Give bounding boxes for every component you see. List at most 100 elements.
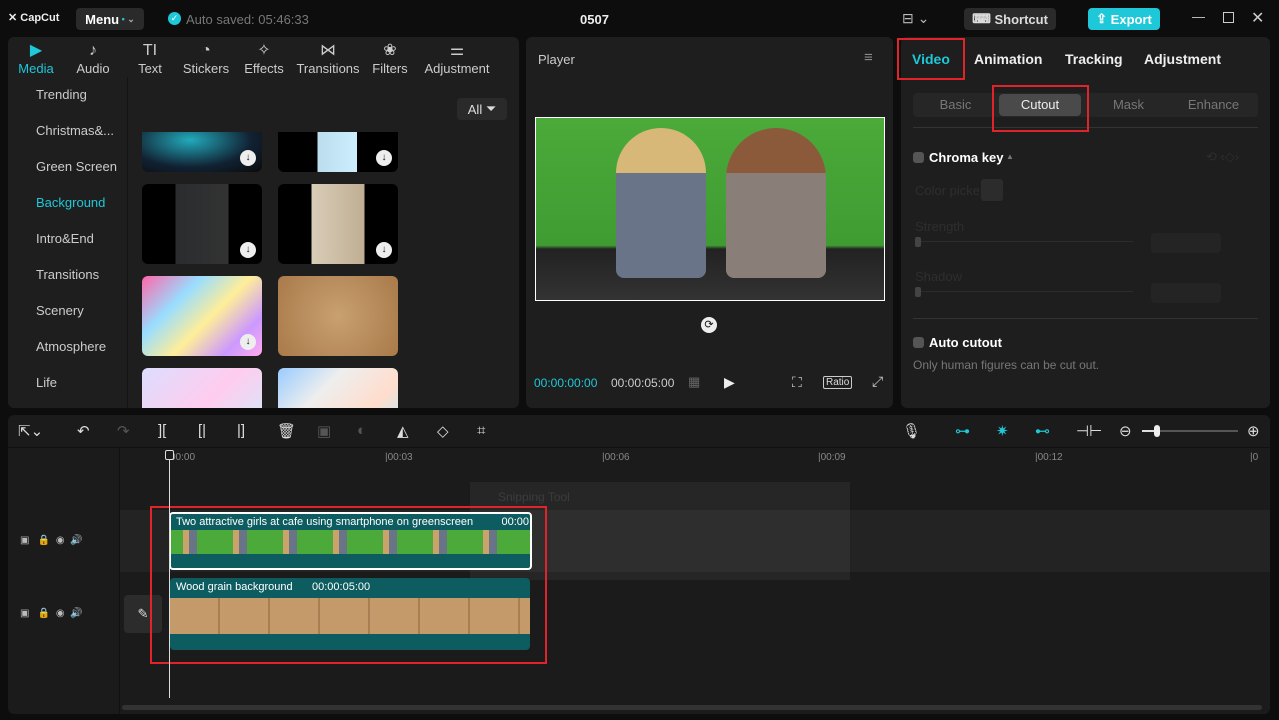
lock-icon[interactable]: 🔒	[38, 608, 50, 619]
tool-label: Text	[138, 61, 162, 76]
check-icon: ✓	[168, 12, 181, 25]
tab-adjustment[interactable]: Adjustment	[1144, 51, 1221, 67]
color-picker-label: Color picker	[915, 183, 985, 198]
tool-adjustment[interactable]: ⚌ Adjustment	[420, 41, 494, 76]
horizontal-scrollbar[interactable]	[122, 705, 1262, 710]
tool-transitions[interactable]: ⋈ Transitions	[292, 41, 364, 76]
media-thumbnail[interactable]	[278, 276, 398, 356]
category-green-screen[interactable]: Green Screen	[36, 159, 117, 174]
category-sidebar: Trending Christmas&... Green Screen Back…	[8, 77, 128, 408]
category-trending[interactable]: Trending	[36, 87, 87, 102]
tool-label: Media	[18, 61, 54, 76]
select-tool-icon[interactable]: ⇱⌄	[18, 422, 43, 440]
video-track-icon[interactable]: ▣	[20, 608, 29, 619]
download-icon[interactable]: ↓	[376, 242, 392, 258]
media-thumbnail[interactable]: ↓	[142, 184, 262, 264]
subtab-enhance[interactable]: Enhance	[1171, 93, 1256, 117]
strength-slider	[915, 237, 1133, 247]
media-icon: ▶	[29, 42, 43, 59]
download-icon[interactable]: ↓	[376, 150, 392, 166]
playhead[interactable]	[165, 450, 174, 698]
category-scenery[interactable]: Scenery	[36, 303, 84, 318]
person-right	[726, 128, 826, 278]
delete-icon[interactable]: 🗑	[277, 422, 296, 440]
lock-icon[interactable]: 🔒	[38, 535, 50, 546]
rotate-icon[interactable]: ⟳	[701, 317, 717, 333]
zoom-in-icon[interactable]: ⊕	[1247, 422, 1260, 440]
time-ruler: 00:00 |00:03 |00:06 |00:09 |00:12 |0	[120, 448, 1270, 468]
tool-audio[interactable]: ♪ Audio	[63, 41, 123, 76]
tool-media[interactable]: ▶ Media	[8, 41, 66, 76]
category-background[interactable]: Background	[36, 195, 105, 210]
tool-label: Audio	[76, 61, 110, 76]
title-bar: ✕ CapCut Menu • ⌄ ✓ Auto saved: 05:46:33…	[0, 0, 1279, 37]
tool-label: Adjustment	[424, 61, 490, 76]
maximize-icon[interactable]	[1223, 12, 1234, 23]
tool-text[interactable]: TI Text	[120, 41, 180, 76]
collapse-icon[interactable]: ▲	[1006, 152, 1014, 161]
tool-stickers[interactable]: ◔ Stickers	[176, 41, 236, 76]
subtab-mask[interactable]: Mask	[1086, 93, 1171, 117]
download-icon[interactable]: ↓	[240, 150, 256, 166]
zoom-out-icon[interactable]: ⊖	[1119, 422, 1132, 440]
split-icon[interactable]: ][	[158, 422, 166, 439]
audio-icon[interactable]: 🔊	[70, 608, 82, 619]
preview-axis-icon[interactable]: ⊣⊢	[1076, 422, 1102, 440]
delete-left-icon[interactable]: [|	[198, 422, 206, 439]
download-icon[interactable]: ↓	[240, 334, 256, 350]
shortcut-button[interactable]: ⌨ Shortcut	[964, 8, 1056, 30]
tool-effects[interactable]: ✧ Effects	[234, 41, 294, 76]
color-picker-button	[981, 179, 1003, 201]
player-menu-icon[interactable]: ≡	[864, 49, 873, 66]
microphone-icon[interactable]: 🎙	[902, 422, 921, 440]
category-life[interactable]: Life	[36, 375, 57, 390]
timecode-grid-icon[interactable]: ▦	[688, 374, 700, 390]
media-thumbnail[interactable]: ↓	[278, 184, 398, 264]
play-button[interactable]: ▶	[724, 374, 735, 391]
mirror-icon[interactable]: ◭	[397, 422, 409, 440]
fullscreen-icon[interactable]: ⤢	[872, 373, 883, 390]
crop-icon[interactable]: ⌗	[477, 422, 485, 439]
tab-animation[interactable]: Animation	[974, 51, 1042, 67]
media-thumbnail[interactable]: ↓	[142, 276, 262, 356]
audio-icon[interactable]: 🔊	[70, 535, 82, 546]
media-thumbnail[interactable]	[278, 368, 398, 408]
category-christmas[interactable]: Christmas&...	[36, 123, 114, 138]
ratio-button[interactable]: Ratio	[823, 376, 853, 389]
category-transitions[interactable]: Transitions	[36, 267, 99, 282]
video-preview[interactable]	[535, 117, 885, 301]
zoom-slider[interactable]	[1142, 425, 1238, 437]
layout-icon[interactable]: ⊟ ⌄	[902, 10, 929, 27]
auto-snap-icon[interactable]: ✷	[996, 422, 1009, 440]
undo-icon[interactable]: ↶	[77, 422, 90, 440]
tab-tracking[interactable]: Tracking	[1065, 51, 1123, 67]
eye-icon[interactable]: ◉	[56, 535, 65, 546]
tool-filters[interactable]: ❀ Filters	[360, 41, 420, 76]
delete-right-icon[interactable]: |]	[237, 422, 245, 439]
minimize-icon[interactable]: —	[1192, 9, 1205, 24]
menu-button[interactable]: Menu • ⌄	[76, 8, 144, 30]
media-thumbnail[interactable]	[142, 368, 262, 408]
menu-label: Menu	[85, 11, 120, 27]
media-thumbnail[interactable]: ↓	[142, 132, 262, 172]
export-button[interactable]: ⇪ Export	[1088, 8, 1160, 30]
fullscreen-preview-icon[interactable]: ⛶	[792, 374, 802, 391]
media-thumbnail[interactable]: ↓	[278, 132, 398, 172]
main-track-magnet-icon[interactable]: ⊶	[955, 422, 970, 440]
linkage-icon[interactable]: ⊷	[1035, 422, 1050, 440]
category-intro-end[interactable]: Intro&End	[36, 231, 94, 246]
close-icon[interactable]: ✕	[1251, 8, 1264, 28]
tool-label: Filters	[372, 61, 408, 76]
category-atmosphere[interactable]: Atmosphere	[36, 339, 106, 354]
video-track-icon[interactable]: ▣	[20, 535, 29, 546]
capcut-logo: ✕ CapCut	[8, 12, 60, 24]
eye-icon[interactable]: ◉	[56, 608, 65, 619]
download-icon[interactable]: ↓	[240, 242, 256, 258]
rotate-icon[interactable]: ◇	[437, 422, 449, 440]
subtab-basic[interactable]: Basic	[913, 93, 998, 117]
filter-all-button[interactable]: All ⏷	[457, 98, 507, 120]
keyboard-icon: ⌨	[972, 11, 995, 26]
freeze-icon: ▣	[317, 423, 332, 440]
auto-cutout-checkbox[interactable]	[913, 337, 924, 348]
chroma-key-checkbox[interactable]	[913, 152, 924, 163]
